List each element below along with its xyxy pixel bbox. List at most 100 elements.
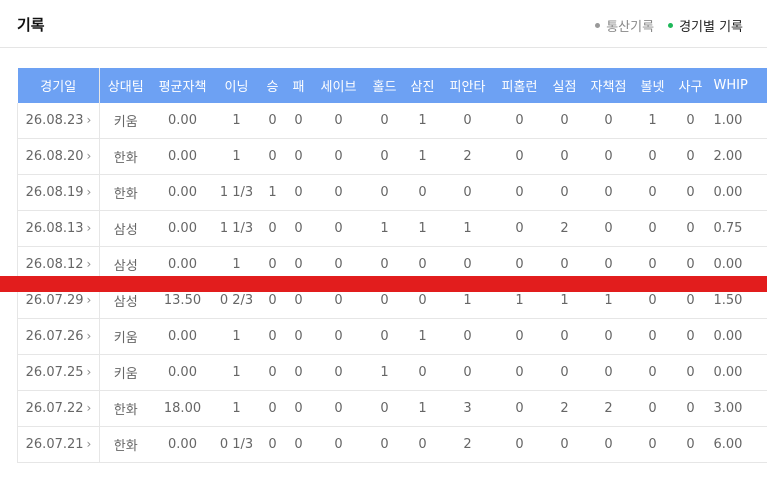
table-cell: 0 <box>671 174 710 211</box>
table-cell: 0 <box>311 390 366 427</box>
tab-game-log-label: 경기별 기록 <box>679 20 743 35</box>
table-cell: 0 <box>671 138 710 175</box>
table-cell: 키움 <box>99 103 152 139</box>
table-cell: 2 <box>441 138 494 175</box>
table-cell: 0 <box>633 138 672 175</box>
table-cell: 0 <box>671 354 710 391</box>
table-cell: 0 <box>545 426 584 463</box>
table-cell: 0 <box>671 426 710 463</box>
game-date: 26.07.25 <box>25 365 84 380</box>
page-title: 기록 <box>17 16 45 34</box>
record-tabs: 통산기록 경기별 기록 <box>595 16 743 35</box>
table-cell: 1 <box>633 103 672 139</box>
tab-career-stats[interactable]: 통산기록 <box>595 16 654 35</box>
table-cell: 0 <box>259 210 286 247</box>
table-cell: 한화 <box>99 390 152 427</box>
table-cell: 0 <box>259 138 286 175</box>
table-cell: 1.00 <box>709 103 767 139</box>
column-header: 실점 <box>545 68 584 103</box>
table-cell: 한화 <box>99 174 152 211</box>
table-cell: 0 <box>259 103 286 139</box>
column-header: 세이브 <box>311 68 366 103</box>
chevron-right-icon: › <box>86 401 92 415</box>
table-cell: 0 <box>311 354 366 391</box>
table-cell: 0 <box>285 174 312 211</box>
table-header-row: 경기일 상대팀 평균자책 이닝 승 패 세이브 홀드 삼진 피안타 피홈런 실점 자책점 볼넷 사구 WHIP <box>17 68 767 103</box>
table-cell: 2.00 <box>709 138 767 175</box>
game-date: 26.07.21 <box>25 437 84 452</box>
game-date: 26.08.23 <box>25 113 84 128</box>
chevron-right-icon: › <box>86 185 92 199</box>
table-cell: 0 <box>441 174 494 211</box>
table-cell: 0 <box>671 210 710 247</box>
table-cell: 1 <box>213 318 260 355</box>
table-cell: 0 <box>633 210 672 247</box>
table-cell: 0 <box>545 103 584 139</box>
column-header: 패 <box>285 68 312 103</box>
game-date-link[interactable]: 26.07.22 › <box>17 390 100 427</box>
game-date: 26.08.19 <box>25 185 84 200</box>
table-cell: 0 <box>493 103 546 139</box>
bullet-icon <box>668 23 674 28</box>
table-cell: 0 <box>493 354 546 391</box>
table-cell: 0.00 <box>151 426 214 463</box>
game-log-table-container[interactable]: 경기일 상대팀 평균자책 이닝 승 패 세이브 홀드 삼진 피안타 피홈런 실점 자책점 볼넷 사구 WHIP… <box>17 68 767 464</box>
table-cell: 0 <box>365 318 404 355</box>
column-header: 평균자책 <box>151 68 214 103</box>
table-cell: 1 <box>403 318 442 355</box>
column-header: 이닝 <box>213 68 260 103</box>
table-cell: 0.00 <box>151 318 214 355</box>
table-cell: 2 <box>545 210 584 247</box>
table-cell: 0.00 <box>151 354 214 391</box>
red-overlay-bar <box>0 276 767 292</box>
table-cell: 0.00 <box>709 354 767 391</box>
chevron-right-icon: › <box>86 149 92 163</box>
table-cell: 0.00 <box>709 174 767 211</box>
table-cell: 1 <box>259 174 286 211</box>
table-cell: 2 <box>545 390 584 427</box>
game-date-link[interactable]: 26.07.21 › <box>17 426 100 463</box>
table-cell: 0 <box>493 174 546 211</box>
game-date: 26.08.20 <box>25 149 84 164</box>
game-date-link[interactable]: 26.08.13 › <box>17 210 100 247</box>
table-cell: 0 <box>285 318 312 355</box>
table-cell: 0 <box>365 138 404 175</box>
table-cell: 0 <box>311 210 366 247</box>
table-cell: 0 <box>285 103 312 139</box>
chevron-right-icon: › <box>86 437 92 451</box>
table-cell: 0 <box>441 354 494 391</box>
table-cell: 1 <box>403 103 442 139</box>
table-cell: 18.00 <box>151 390 214 427</box>
chevron-right-icon: › <box>86 329 92 343</box>
table-cell: 0 1/3 <box>213 426 260 463</box>
game-date: 26.08.12 <box>25 257 84 272</box>
table-cell: 0.00 <box>709 318 767 355</box>
game-date-link[interactable]: 26.08.19 › <box>17 174 100 211</box>
game-date-link[interactable]: 26.08.23 › <box>17 103 100 139</box>
table-cell: 1 <box>213 103 260 139</box>
table-cell: 0 <box>285 354 312 391</box>
column-header: 자책점 <box>583 68 634 103</box>
table-cell: 0 <box>365 426 404 463</box>
table-cell: 1 <box>403 138 442 175</box>
game-date-link[interactable]: 26.07.25 › <box>17 354 100 391</box>
table-cell: 0 <box>493 318 546 355</box>
table-cell: 0.00 <box>151 138 214 175</box>
tab-game-log[interactable]: 경기별 기록 <box>668 16 743 35</box>
table-row: 26.08.13 › 삼성 0.00 1 1/3 0 0 0 1 1 1 0 2 0 0 0 0.75 <box>17 210 767 247</box>
game-date-link[interactable]: 26.07.26 › <box>17 318 100 355</box>
chevron-right-icon: › <box>86 221 92 235</box>
column-header: 삼진 <box>403 68 442 103</box>
table-cell: 1 <box>365 210 404 247</box>
table-cell: 1 <box>441 210 494 247</box>
column-header: 피홈런 <box>493 68 546 103</box>
table-row: 26.08.23 › 키움 0.00 1 0 0 0 0 1 0 0 0 0 1 0 1.00 <box>17 103 767 139</box>
game-date-link[interactable]: 26.08.20 › <box>17 138 100 175</box>
table-cell: 0 <box>311 426 366 463</box>
table-cell: 1 <box>403 210 442 247</box>
column-header: 볼넷 <box>633 68 672 103</box>
game-date: 26.07.29 <box>25 293 84 308</box>
column-header: 사구 <box>671 68 710 103</box>
table-cell: 0 <box>311 138 366 175</box>
table-cell: 0 <box>633 426 672 463</box>
